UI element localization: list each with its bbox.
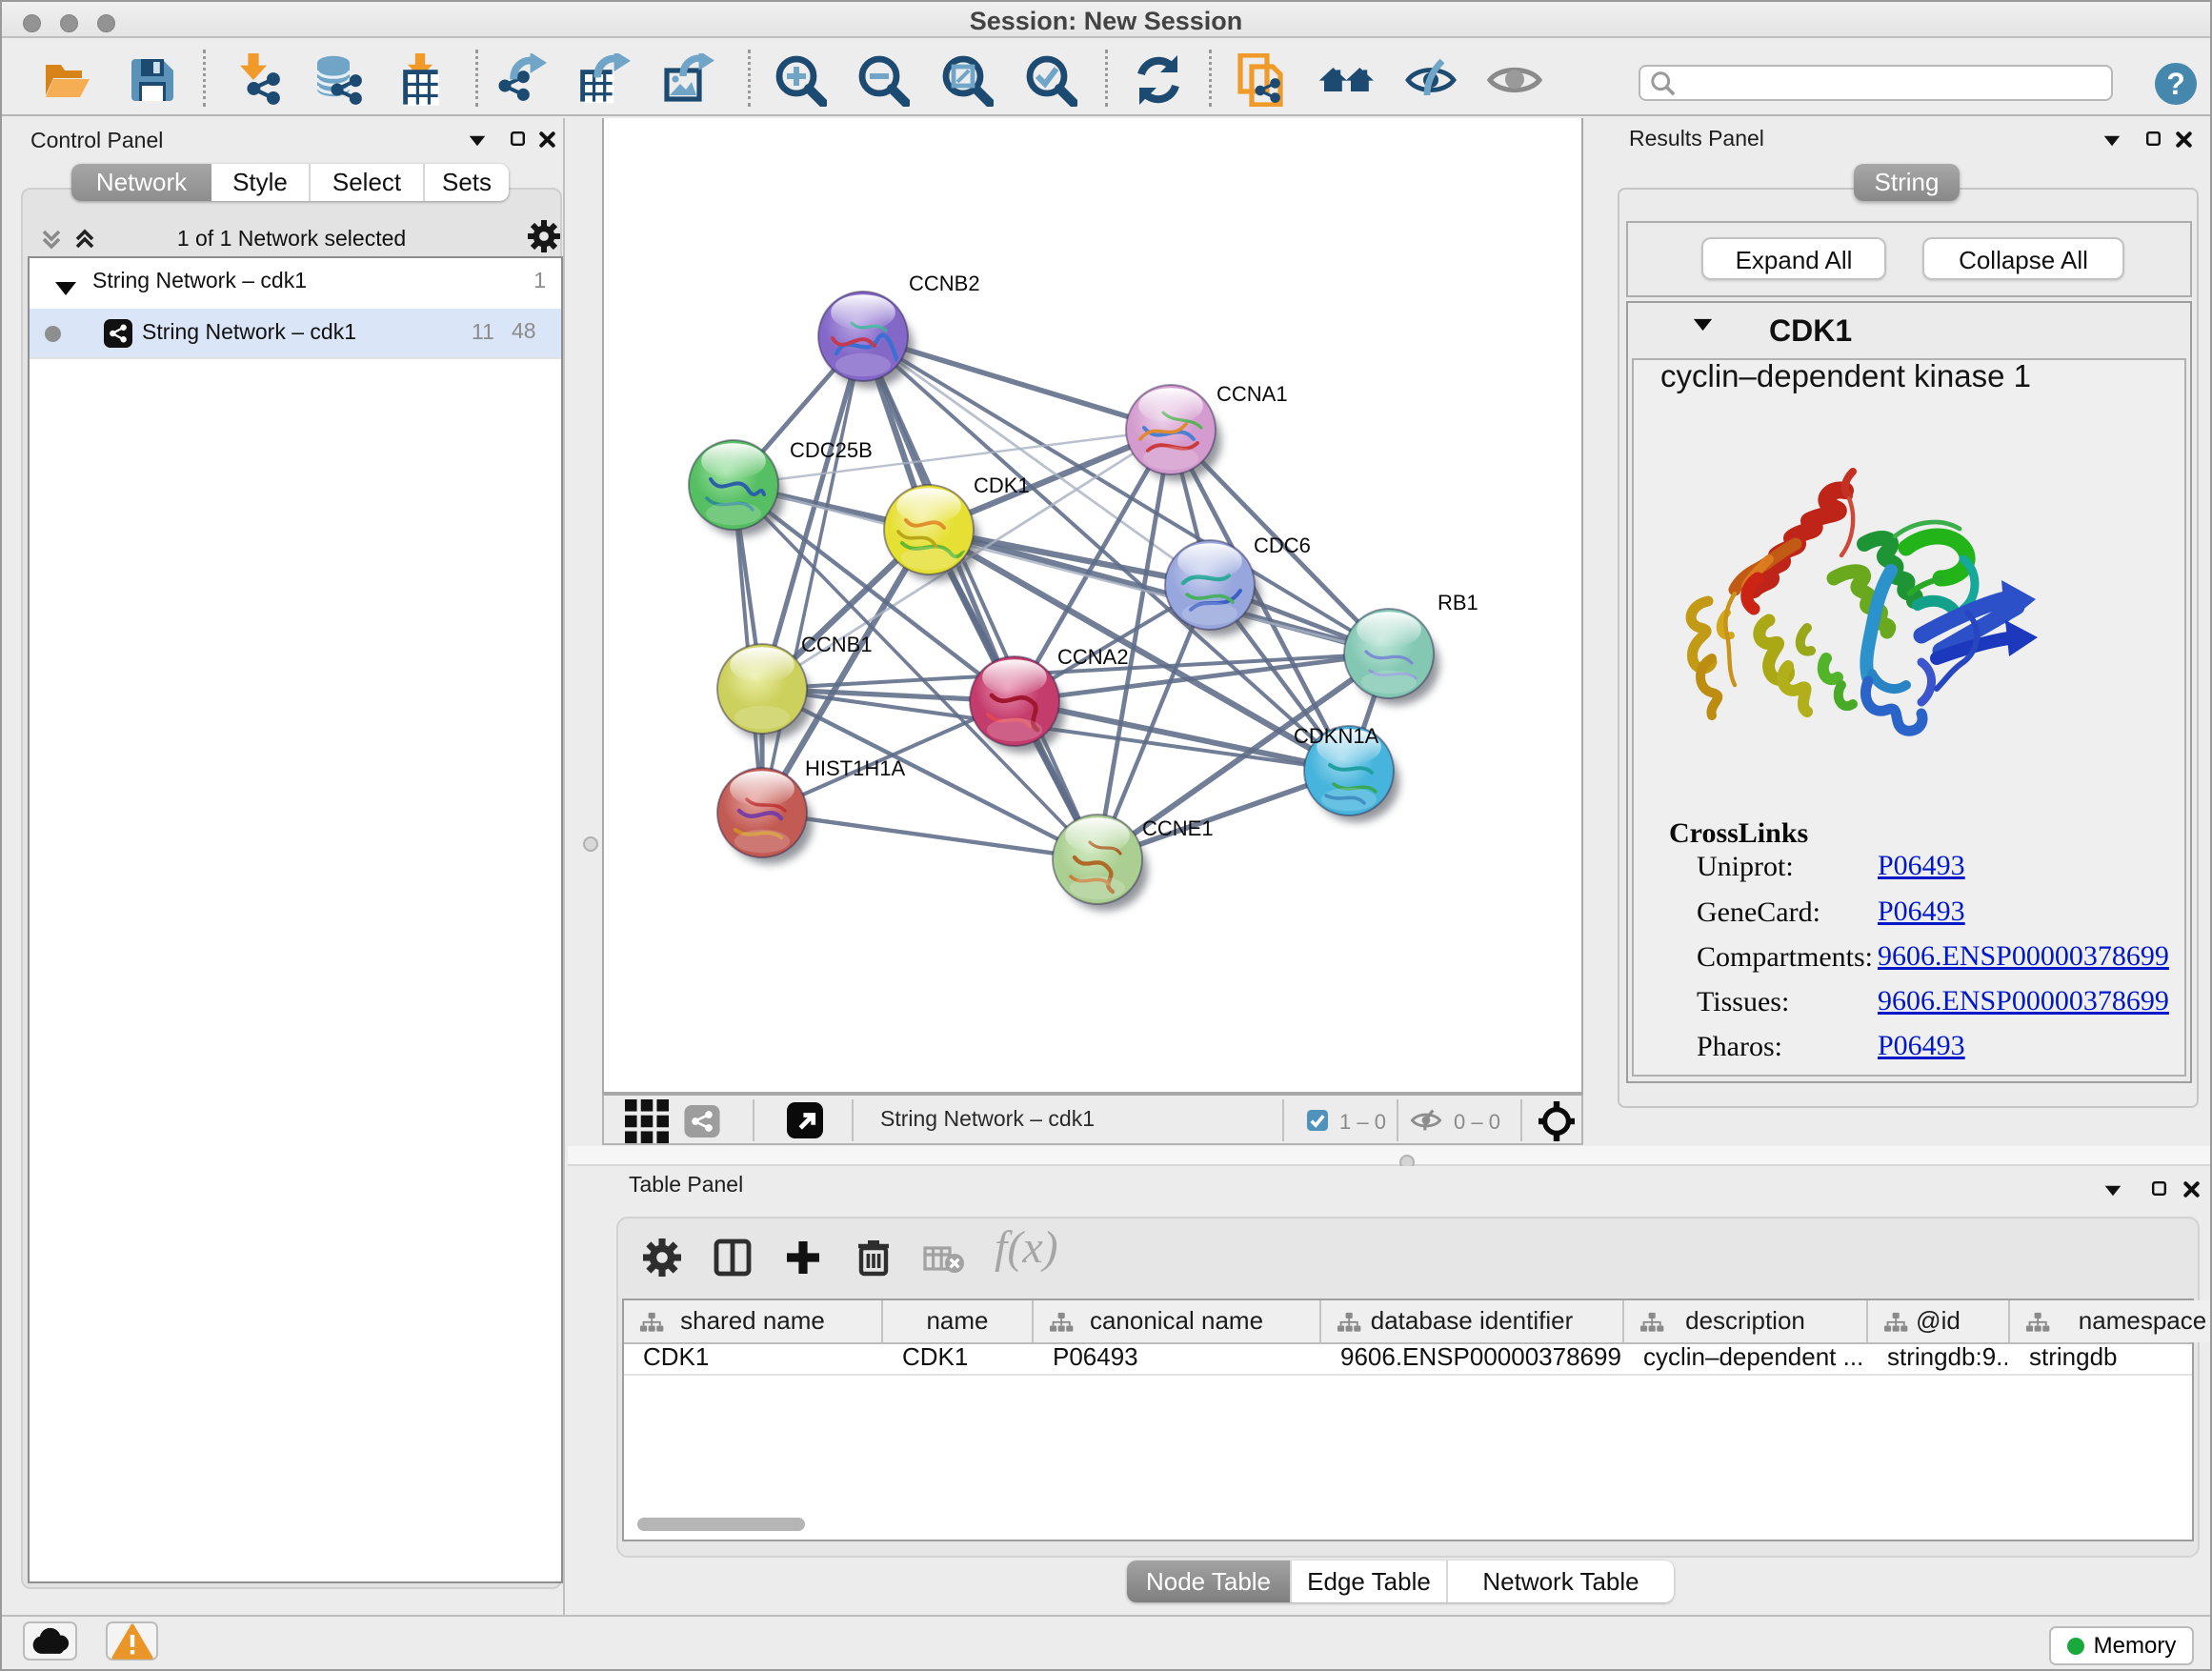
svg-text:HIST1H1A: HIST1H1A — [805, 756, 905, 780]
svg-text:RB1: RB1 — [1438, 591, 1478, 614]
svg-text:CCNA1: CCNA1 — [1217, 382, 1288, 406]
svg-text:CDKN1A: CDKN1A — [1294, 724, 1379, 748]
svg-text:?: ? — [2166, 67, 2185, 101]
svg-text:CCNB1: CCNB1 — [801, 633, 873, 656]
svg-text:CDC25B: CDC25B — [790, 438, 873, 462]
svg-text:CCNB2: CCNB2 — [909, 272, 980, 295]
svg-text:CDK1: CDK1 — [974, 473, 1030, 497]
svg-text:CDC6: CDC6 — [1254, 534, 1311, 557]
svg-text:CCNA2: CCNA2 — [1057, 645, 1129, 669]
svg-text:CCNE1: CCNE1 — [1142, 816, 1214, 840]
